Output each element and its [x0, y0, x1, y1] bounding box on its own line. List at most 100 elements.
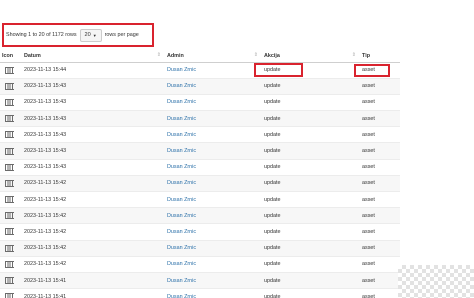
column-header-admin[interactable]: Admin ⇕ [165, 50, 262, 63]
admin-cell[interactable]: Dusan Zrnic [165, 142, 262, 160]
barcode-icon [5, 82, 14, 90]
table-row[interactable]: 2023-11-13 15:43 Dusan Zrnic update asset [0, 94, 400, 112]
date-cell: 2023-11-13 15:42 [22, 191, 165, 209]
admin-cell[interactable]: Dusan Zrnic [165, 256, 262, 273]
table-row[interactable]: 2023-11-13 15:42 Dusan Zrnic update asset [0, 240, 400, 257]
type-cell: asset [360, 191, 400, 209]
table-row[interactable]: 2023-11-13 15:44 Dusan Zrnic update asset [0, 62, 400, 79]
type-cell: asset [360, 288, 400, 298]
table-row[interactable]: 2023-11-13 15:41 Dusan Zrnic update asset [0, 288, 400, 298]
admin-cell[interactable]: Dusan Zrnic [165, 272, 262, 290]
admin-cell[interactable]: Dusan Zrnic [165, 240, 262, 257]
type-cell: asset [360, 78, 400, 95]
table-row[interactable]: 2023-11-13 15:43 Dusan Zrnic update asset [0, 126, 400, 144]
type-cell: asset [360, 223, 400, 241]
date-cell: 2023-11-13 15:41 [22, 288, 165, 298]
row-icon-cell [0, 223, 22, 241]
barcode-icon [5, 228, 14, 236]
row-icon-cell [0, 62, 22, 79]
action-cell: update [262, 159, 360, 176]
barcode-icon [5, 277, 14, 285]
table-row[interactable]: 2023-11-13 15:42 Dusan Zrnic update asset [0, 207, 400, 225]
type-cell: asset [360, 175, 400, 193]
admin-cell[interactable]: Dusan Zrnic [165, 175, 262, 193]
row-icon-cell [0, 110, 22, 128]
action-cell: update [262, 272, 360, 290]
table-row[interactable]: 2023-11-13 15:42 Dusan Zrnic update asset [0, 191, 400, 209]
admin-cell[interactable]: Dusan Zrnic [165, 288, 262, 298]
column-header-icon: Icon [0, 50, 22, 63]
table-row[interactable]: 2023-11-13 15:42 Dusan Zrnic update asset [0, 256, 400, 273]
type-cell: asset [360, 207, 400, 225]
admin-cell[interactable]: Dusan Zrnic [165, 223, 262, 241]
type-cell: asset [360, 110, 400, 128]
row-icon-cell [0, 126, 22, 144]
type-cell: asset [360, 256, 400, 273]
sort-arrows-icon[interactable]: ⇕ [157, 52, 161, 58]
table-row[interactable]: 2023-11-13 15:42 Dusan Zrnic update asset [0, 223, 400, 241]
table-row[interactable]: 2023-11-13 15:43 Dusan Zrnic update asset [0, 110, 400, 128]
action-cell: update [262, 94, 360, 112]
barcode-icon [5, 131, 14, 139]
table-row[interactable]: 2023-11-13 15:42 Dusan Zrnic update asset [0, 175, 400, 193]
row-icon-cell [0, 240, 22, 257]
date-cell: 2023-11-13 15:42 [22, 223, 165, 241]
action-cell: update [262, 142, 360, 160]
table-row[interactable]: 2023-11-13 15:41 Dusan Zrnic update asset [0, 272, 400, 290]
admin-cell[interactable]: Dusan Zrnic [165, 110, 262, 128]
highlight-type-cell [354, 64, 390, 77]
admin-cell[interactable]: Dusan Zrnic [165, 207, 262, 225]
type-cell: asset [360, 94, 400, 112]
barcode-icon [5, 196, 14, 204]
type-cell: asset [360, 272, 400, 290]
action-cell: update [262, 175, 360, 193]
type-cell: asset [360, 126, 400, 144]
barcode-icon [5, 179, 14, 187]
date-cell: 2023-11-13 15:43 [22, 142, 165, 160]
row-icon-cell [0, 191, 22, 209]
barcode-icon [5, 163, 14, 171]
date-cell: 2023-11-13 15:41 [22, 272, 165, 290]
row-icon-cell [0, 175, 22, 193]
date-cell: 2023-11-13 15:42 [22, 207, 165, 225]
row-icon-cell [0, 256, 22, 273]
admin-cell[interactable]: Dusan Zrnic [165, 62, 262, 79]
action-cell: update [262, 78, 360, 95]
action-cell: update [262, 126, 360, 144]
admin-cell[interactable]: Dusan Zrnic [165, 94, 262, 112]
caret-down-icon: ▼ [92, 32, 97, 38]
date-cell: 2023-11-13 15:43 [22, 110, 165, 128]
pagination-info: Showing 1 to 20 of 1172 rows 20 ▼ rows p… [2, 23, 154, 47]
barcode-icon [5, 293, 14, 298]
date-cell: 2023-11-13 15:43 [22, 159, 165, 176]
action-cell: update [262, 223, 360, 241]
type-cell: asset [360, 142, 400, 160]
barcode-icon [5, 212, 14, 220]
column-header-action[interactable]: Akcija ⇕ [262, 50, 360, 63]
row-icon-cell [0, 142, 22, 160]
column-header-type[interactable]: Tip [360, 50, 400, 63]
barcode-icon [5, 244, 14, 252]
action-cell: update [262, 207, 360, 225]
activity-log-table: Icon Datum ⇕ Admin ⇕ Akcija ⇕ Tip 2023-11-1… [0, 50, 400, 298]
sort-arrows-icon[interactable]: ⇕ [254, 52, 258, 58]
table-row[interactable]: 2023-11-13 15:43 Dusan Zrnic update asset [0, 159, 400, 176]
transparency-checkerboard [398, 265, 474, 298]
action-cell: update [262, 240, 360, 257]
date-cell: 2023-11-13 15:42 [22, 240, 165, 257]
type-cell: asset [360, 240, 400, 257]
sort-arrows-icon[interactable]: ⇕ [352, 52, 356, 58]
admin-cell[interactable]: Dusan Zrnic [165, 78, 262, 95]
row-icon-cell [0, 94, 22, 112]
highlight-action-cell [254, 63, 303, 77]
table-row[interactable]: 2023-11-13 15:43 Dusan Zrnic update asset [0, 142, 400, 160]
table-row[interactable]: 2023-11-13 15:43 Dusan Zrnic update asset [0, 78, 400, 95]
date-cell: 2023-11-13 15:44 [22, 62, 165, 79]
type-cell: asset [360, 159, 400, 176]
admin-cell[interactable]: Dusan Zrnic [165, 159, 262, 176]
page-size-select[interactable]: 20 ▼ [79, 28, 102, 42]
barcode-icon [5, 98, 14, 106]
admin-cell[interactable]: Dusan Zrnic [165, 191, 262, 209]
admin-cell[interactable]: Dusan Zrnic [165, 126, 262, 144]
column-header-date[interactable]: Datum ⇕ [22, 50, 165, 63]
